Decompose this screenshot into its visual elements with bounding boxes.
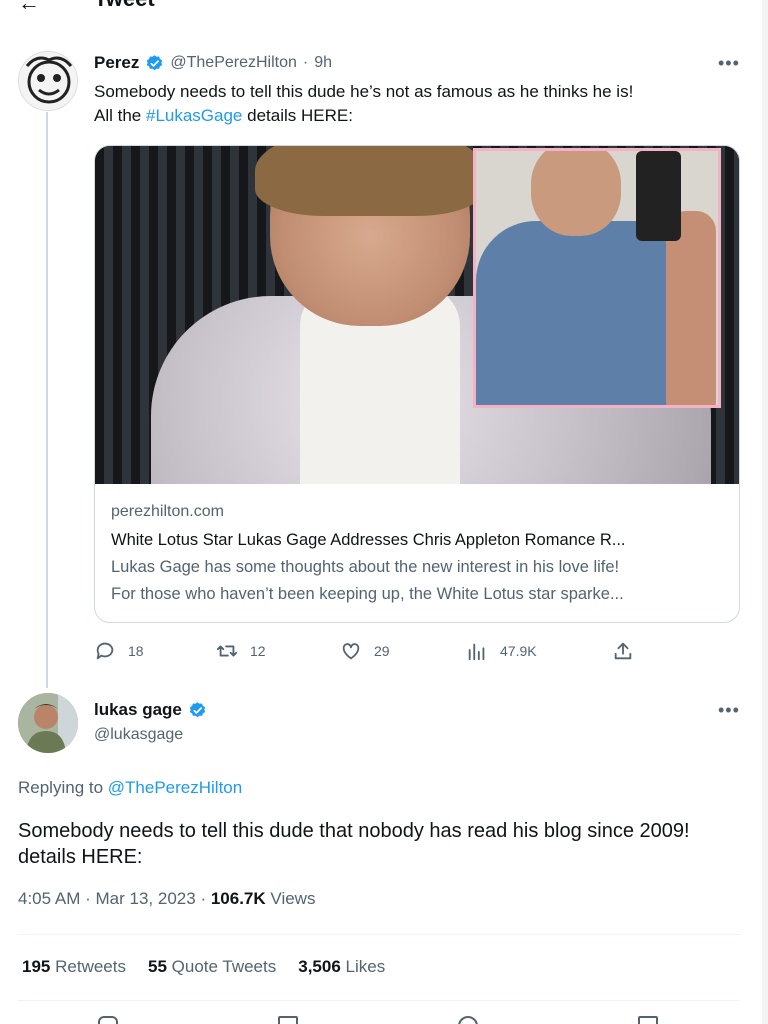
reply-author-handle[interactable]: @lukasgage	[94, 726, 183, 744]
avatar-perez[interactable]	[18, 51, 78, 111]
likes-stat-count: 3,506	[298, 957, 341, 976]
reply-action-bar-partial	[0, 1016, 768, 1024]
tweet-text-line2: All the #LukasGage details HERE:	[94, 104, 744, 128]
card-description-line2: For those who haven’t been keeping up, t…	[111, 585, 624, 603]
retweet-action[interactable]: 12	[216, 640, 266, 662]
reply-author-meta: lukas gage	[94, 700, 207, 720]
replying-to-prefix: Replying to	[18, 778, 108, 797]
thread-connector-line	[46, 112, 48, 688]
more-icon[interactable]: •••	[718, 53, 740, 74]
likes-stat[interactable]: 3,506 Likes	[298, 957, 385, 977]
separator-dot: ·	[85, 889, 91, 908]
replying-to: Replying to @ThePerezHilton	[18, 778, 242, 798]
reply-count: 18	[128, 643, 144, 659]
divider	[18, 1000, 740, 1001]
retweet-icon[interactable]	[278, 1016, 298, 1024]
link-card[interactable]: perezhilton.com White Lotus Star Lukas G…	[94, 145, 740, 623]
reply-stats: 195 Retweets 55 Quote Tweets 3,506 Likes	[22, 957, 385, 977]
views-count: 47.9K	[500, 643, 537, 659]
card-description: Lukas Gage has some thoughts about the n…	[111, 554, 723, 608]
card-domain: perezhilton.com	[111, 503, 224, 520]
views-icon	[468, 643, 485, 661]
reply-views-count: 106.7K	[210, 889, 266, 908]
divider	[18, 934, 740, 935]
author-handle[interactable]: @ThePerezHilton	[170, 54, 297, 72]
retweet-count: 12	[250, 643, 266, 659]
reply-action[interactable]: 18	[94, 640, 144, 662]
back-arrow-icon[interactable]: ←	[18, 0, 40, 16]
like-icon[interactable]	[458, 1016, 478, 1024]
card-description-line1: Lukas Gage has some thoughts about the n…	[111, 558, 620, 576]
reply-icon	[96, 642, 114, 660]
tweet-text-line1: Somebody needs to tell this dude he’s no…	[94, 82, 634, 101]
card-title: White Lotus Star Lukas Gage Addresses Ch…	[111, 531, 626, 549]
like-icon	[342, 643, 360, 660]
likes-stat-label: Likes	[345, 957, 386, 976]
reply-date[interactable]: Mar 13, 2023	[96, 889, 196, 908]
quote-tweets-stat-label: Quote Tweets	[171, 957, 277, 976]
separator-dot: ·	[302, 54, 309, 71]
card-image-inset-photo	[473, 148, 721, 408]
reply-time[interactable]: 4:05 AM	[18, 889, 80, 908]
more-icon[interactable]: •••	[718, 700, 740, 721]
verified-badge-icon	[147, 54, 163, 70]
inset-phone	[636, 151, 681, 241]
avatar-perez-illustration	[19, 52, 77, 110]
tweet-text-prefix: All the	[94, 106, 146, 125]
inset-face	[531, 151, 621, 236]
author-name[interactable]: Perez	[94, 53, 139, 73]
card-image-hair	[255, 146, 485, 216]
share-icon	[614, 642, 632, 660]
card-body[interactable]: perezhilton.com White Lotus Star Lukas G…	[95, 484, 739, 608]
reply-author-name[interactable]: lukas gage	[94, 700, 182, 720]
tweet-author-meta: Perez @ThePerezHilton · 9h	[94, 53, 332, 73]
avatar-lukas-photo	[18, 693, 78, 753]
tweet-header: ← Tweet	[0, 0, 768, 16]
tweet-text: Somebody needs to tell this dude he’s no…	[94, 80, 744, 128]
share-icon[interactable]	[638, 1016, 658, 1024]
tweet-time[interactable]: 9h	[314, 54, 332, 72]
reply-timestamp: 4:05 AM · Mar 13, 2023 · 106.7K Views	[18, 889, 315, 909]
scrollbar[interactable]	[762, 0, 768, 1024]
reply-text: Somebody needs to tell this dude that no…	[18, 820, 690, 868]
like-action[interactable]: 29	[340, 640, 390, 662]
retweet-icon	[216, 645, 238, 657]
verified-badge-icon	[189, 701, 205, 717]
page-title: Tweet	[94, 0, 155, 12]
tweet-action-bar: 18 12 29 47.9K	[94, 640, 654, 664]
quote-tweets-stat[interactable]: 55 Quote Tweets	[148, 957, 276, 977]
retweets-stat[interactable]: 195 Retweets	[22, 957, 126, 977]
avatar-lukas[interactable]	[18, 693, 78, 753]
quote-tweets-stat-count: 55	[147, 957, 167, 976]
views-action[interactable]: 47.9K	[466, 640, 537, 662]
retweets-stat-label: Retweets	[55, 957, 126, 976]
reply-icon[interactable]	[98, 1016, 118, 1024]
card-image[interactable]	[95, 146, 739, 484]
share-action[interactable]	[612, 640, 634, 662]
separator-dot: ·	[200, 889, 207, 908]
replying-to-handle-link[interactable]: @ThePerezHilton	[108, 778, 242, 797]
hashtag-link[interactable]: #LukasGage	[146, 106, 242, 125]
reply-views-label: Views	[270, 889, 316, 908]
retweets-stat-count: 195	[22, 957, 51, 976]
tweet-text-suffix: details HERE:	[242, 106, 353, 125]
like-count: 29	[374, 643, 390, 659]
